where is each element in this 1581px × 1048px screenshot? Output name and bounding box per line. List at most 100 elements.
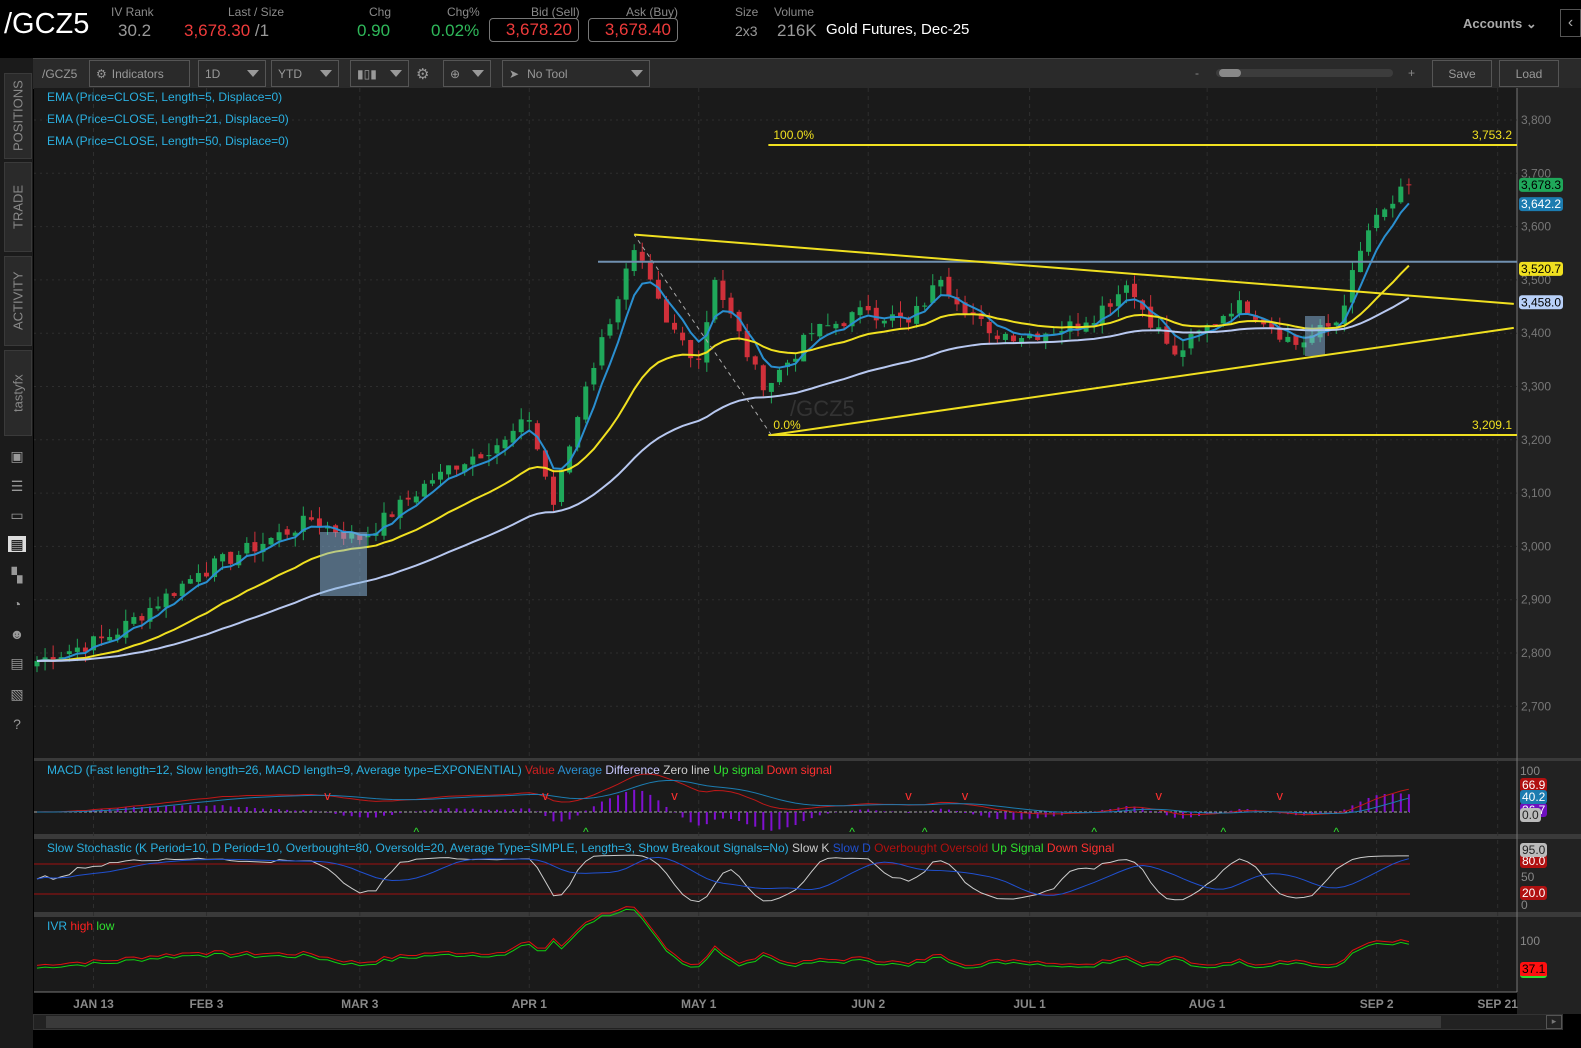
stoch-axis-0: 0 [1521, 898, 1528, 912]
candle-up [486, 455, 491, 456]
legend-high: high [70, 919, 93, 933]
macd-up-signal-icon: ^ [583, 825, 589, 839]
candle-up [882, 321, 887, 324]
legend-value: Value [525, 763, 555, 777]
candle-up [438, 472, 443, 480]
candle-down [99, 636, 104, 638]
candle-up [422, 484, 427, 497]
candle-down [285, 529, 290, 534]
legend-down-signal: Down Signal [1047, 841, 1114, 855]
candle-up [1116, 294, 1121, 306]
y-tick-label: 2,800 [1521, 646, 1551, 660]
x-tick-label: JUL 1 [1013, 997, 1046, 1011]
y-tick-label: 2,700 [1521, 699, 1551, 713]
legend-zero-line: Zero line [663, 763, 710, 777]
ivr-tag: 37.1 [1520, 962, 1547, 978]
fib-value-label: 3,753.2 [1472, 128, 1512, 142]
candle-up [559, 470, 564, 502]
candle-down [987, 322, 992, 333]
stoch-tag-k: 95.0 [1520, 843, 1547, 857]
x-tick-label: JAN 13 [73, 997, 114, 1011]
macd-down-signal-icon: v [324, 788, 331, 803]
candle-up [1374, 215, 1379, 228]
legend-up-signal: Up signal [713, 763, 763, 777]
macd-tag-zero: 0.0 [1520, 808, 1541, 822]
macd-up-signal-icon: ^ [1091, 825, 1097, 839]
price-tag-label: 3,520.7 [1521, 262, 1561, 276]
horizontal-scrollbar[interactable]: ▸ [33, 1014, 1563, 1030]
candle-up [244, 543, 249, 553]
study-label-ema50: EMA (Price=CLOSE, Length=50, Displace=0) [47, 134, 289, 148]
candle-up [382, 513, 387, 536]
candle-up [632, 250, 637, 271]
legend-oversold: Oversold [940, 841, 988, 855]
macd-up-signal-icon: ^ [1333, 825, 1339, 839]
candle-up [470, 457, 475, 465]
y-tick-label: 3,800 [1521, 113, 1551, 127]
candle-down [866, 306, 871, 310]
candle-down [390, 514, 395, 517]
candle-up [107, 637, 112, 640]
candle-up [188, 579, 193, 584]
candle-up [414, 496, 419, 502]
candle-up [1003, 334, 1008, 340]
candle-down [172, 593, 177, 596]
study-label-ema5: EMA (Price=CLOSE, Length=5, Displace=0) [47, 90, 282, 104]
candle-up [624, 269, 629, 300]
x-tick-label: MAY 1 [681, 997, 717, 1011]
candle-down [204, 573, 209, 577]
candle-down [696, 359, 701, 360]
price-tag-label: 3,678.3 [1521, 178, 1561, 192]
candle-down [139, 616, 144, 620]
scroll-right-icon[interactable]: ▸ [1546, 1015, 1562, 1029]
candle-down [252, 542, 257, 551]
candle-up [269, 538, 274, 544]
candle-down [672, 323, 677, 330]
panel-divider [34, 912, 1581, 917]
x-tick-label: JUN 2 [851, 997, 885, 1011]
price-tag-label: 3,642.2 [1521, 197, 1561, 211]
x-tick-label: FEB 3 [189, 997, 223, 1011]
candle-up [446, 465, 451, 474]
candle-up [1382, 209, 1387, 217]
x-tick-label: APR 1 [512, 997, 548, 1011]
legend-low: low [96, 919, 114, 933]
candle-down [309, 517, 314, 520]
panel-divider [34, 758, 1581, 761]
candle-up [809, 333, 814, 334]
candle-down [1406, 184, 1411, 185]
candle-up [494, 445, 499, 453]
candle-down [228, 552, 233, 564]
candle-up [1390, 204, 1395, 209]
candle-down [842, 323, 847, 326]
candle-up [131, 617, 136, 624]
candle-up [769, 383, 774, 392]
candle-up [777, 370, 782, 382]
candle-up [430, 480, 435, 483]
candle-up [180, 584, 185, 596]
ivr-axis-100: 100 [1520, 934, 1540, 948]
fib-value-label: 3,209.1 [1472, 418, 1512, 432]
candle-down [995, 336, 1000, 340]
macd-up-signal-icon: ^ [922, 825, 928, 839]
macd-tag-average: 40.2 [1520, 790, 1547, 804]
candle-up [1189, 334, 1194, 348]
candle-down [946, 277, 951, 296]
scrollbar-thumb[interactable] [46, 1016, 1441, 1028]
candle-up [1285, 337, 1290, 342]
candle-up [607, 324, 612, 335]
candle-down [1213, 324, 1218, 325]
candle-up [519, 419, 524, 432]
stoch-title: Slow Stochastic (K Period=10, D Period=1… [47, 841, 789, 855]
y-tick-label: 3,600 [1521, 220, 1551, 234]
candle-up [1124, 285, 1129, 293]
candle-up [583, 387, 588, 420]
candle-down [720, 281, 725, 300]
candle-up [503, 440, 508, 448]
candle-up [922, 306, 927, 307]
price-chart[interactable]: 2,7002,8002,9003,0003,1003,2003,3003,400… [0, 0, 1581, 1048]
y-tick-label: 3,400 [1521, 326, 1551, 340]
candle-up [196, 573, 201, 582]
candle-up [858, 307, 863, 315]
candle-down [640, 252, 645, 261]
